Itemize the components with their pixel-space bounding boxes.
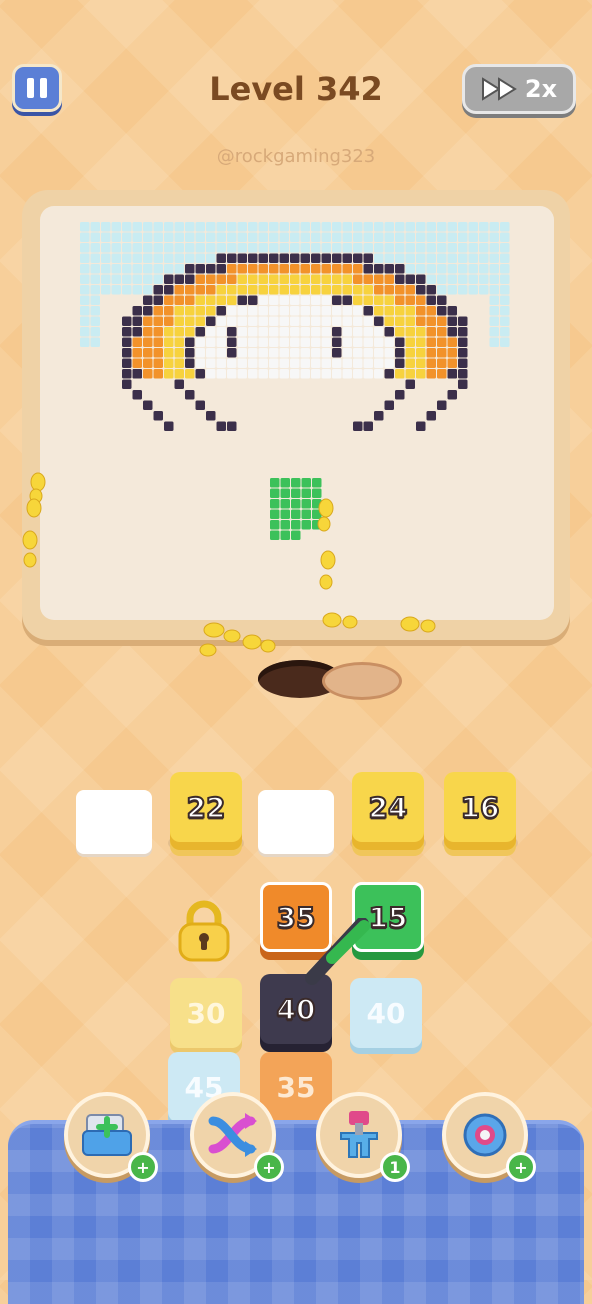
speed-label: 2x: [524, 75, 558, 103]
tile-35-orange-faded[interactable]: 35: [260, 1052, 332, 1122]
ring-icon: [463, 1113, 507, 1157]
shuffle-icon: [208, 1113, 257, 1157]
pause-icon: [27, 78, 34, 98]
slot-5-tile[interactable]: 16: [444, 772, 516, 842]
slot-3[interactable]: [258, 790, 334, 854]
pixel-art: [80, 222, 510, 431]
level-title: Level 342: [209, 70, 383, 108]
slot-2-tile[interactable]: 22: [170, 772, 242, 842]
ant-trail: [22, 472, 436, 657]
lock-icon[interactable]: [176, 900, 232, 962]
slot-4-tile[interactable]: 24: [352, 772, 424, 842]
speed-button[interactable]: 2x: [462, 64, 576, 114]
add-tray-icon: [82, 1114, 132, 1156]
shuffle-badge: +: [254, 1152, 284, 1182]
fast-forward-icon: [481, 77, 517, 101]
pause-button[interactable]: [12, 64, 62, 112]
watermark: @rockgaming323: [216, 146, 376, 167]
link-arrow: [305, 918, 370, 985]
tile-30-yellow[interactable]: 30: [170, 978, 242, 1048]
ring-badge: +: [506, 1152, 536, 1182]
magnet-badge: 1: [380, 1152, 410, 1182]
add-tray-badge: +: [128, 1152, 158, 1182]
hole-lid: [322, 662, 402, 700]
slot-1[interactable]: [76, 790, 152, 854]
empty-slot: [76, 790, 152, 854]
empty-slot: [258, 790, 334, 854]
magnet-icon: [340, 1111, 378, 1158]
